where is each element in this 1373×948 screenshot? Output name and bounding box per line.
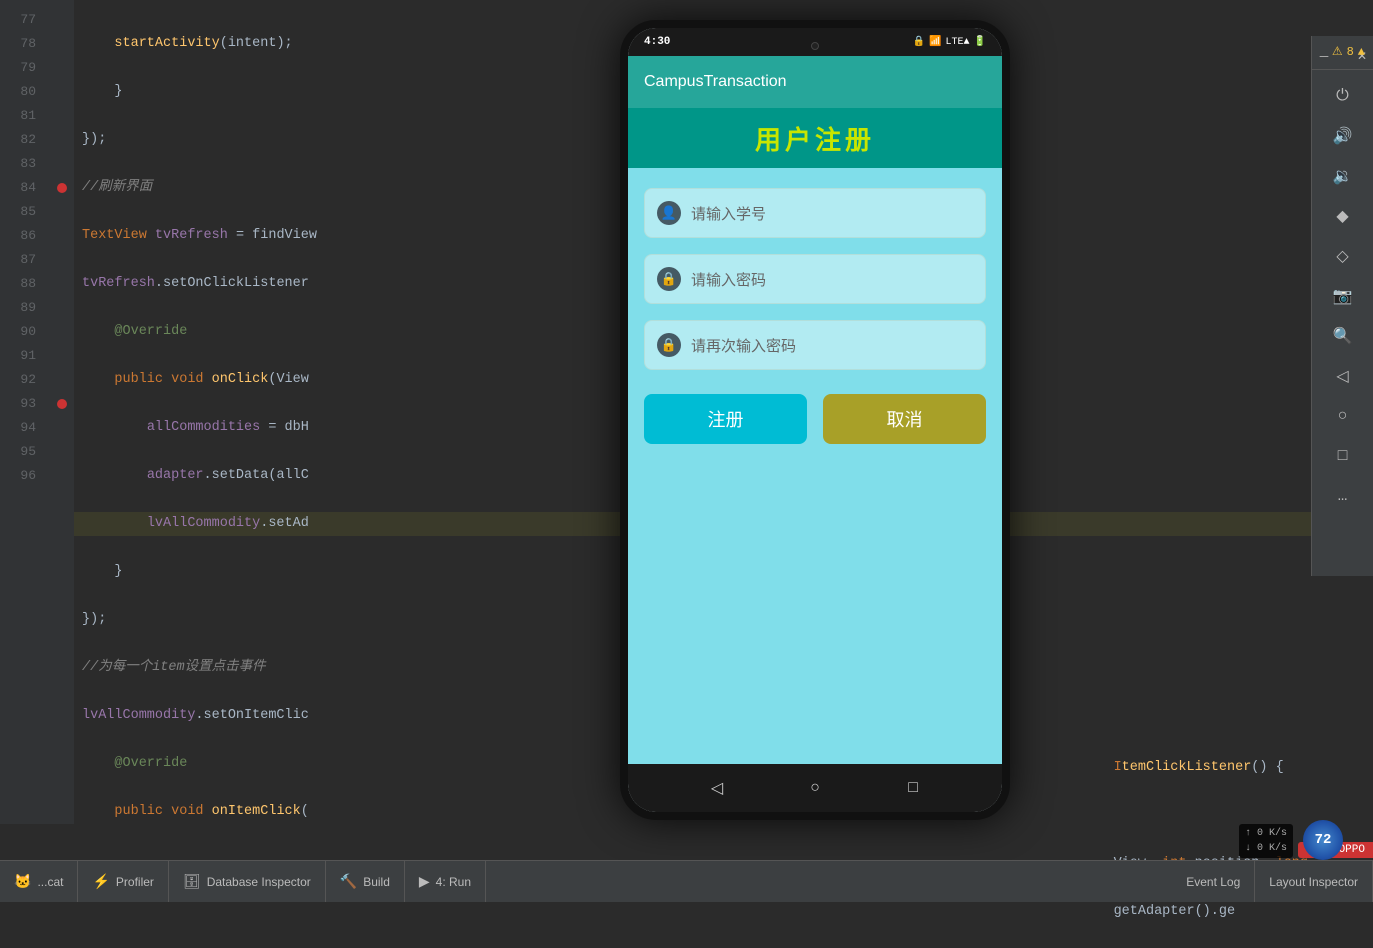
recents-nav-button[interactable]: □ xyxy=(901,776,925,800)
status-time: 4:30 xyxy=(644,36,670,48)
password-placeholder: 请输入密码 xyxy=(691,269,766,290)
circle-badge-number: 72 xyxy=(1303,820,1343,860)
volume-down-button[interactable]: 🔉 xyxy=(1325,158,1361,194)
status-icons: 🔒 📶 LTE▲ 🔋 xyxy=(913,36,986,48)
power-tool-button[interactable]: ⏻ xyxy=(1325,78,1361,114)
bottom-item-profiler[interactable]: ⚡ Profiler xyxy=(78,861,168,902)
password-icon: 🔒 xyxy=(657,267,681,291)
breakpoint-84[interactable] xyxy=(50,176,74,200)
home-tool-button[interactable]: ○ xyxy=(1325,398,1361,434)
bottom-cat-label: ...cat xyxy=(37,875,63,889)
line-numbers: 77 78 79 80 81 82 83 84 85 86 87 88 89 9… xyxy=(0,0,50,824)
bottom-profiler-label: Profiler xyxy=(116,875,154,889)
student-id-placeholder: 请输入学号 xyxy=(691,203,766,224)
shape-tool-button[interactable]: ◆ xyxy=(1325,198,1361,234)
more-tool-button[interactable]: … xyxy=(1325,478,1361,514)
gutter xyxy=(50,0,74,824)
square-tool-button[interactable]: □ xyxy=(1325,438,1361,474)
phone-nav-bar: ◁ ○ □ xyxy=(628,764,1002,812)
erase-tool-button[interactable]: ◇ xyxy=(1325,238,1361,274)
cat-icon: 🐱 xyxy=(14,873,31,890)
bottom-item-run[interactable]: ▶ 4: Run xyxy=(405,861,486,902)
confirm-password-icon: 🔒 xyxy=(657,333,681,357)
back-tool-button[interactable]: ◁ xyxy=(1325,358,1361,394)
registration-banner: 用户注册 xyxy=(628,108,1002,168)
phone-camera xyxy=(811,42,819,50)
profiler-icon: ⚡ xyxy=(92,873,109,890)
signal-icon: 📶 xyxy=(929,36,941,48)
network-up: ↑ 0 K/s xyxy=(1245,826,1287,841)
app-title: CampusTransaction xyxy=(644,73,787,91)
confirm-password-placeholder: 请再次输入密码 xyxy=(691,335,796,356)
zoom-tool-button[interactable]: 🔍 xyxy=(1325,318,1361,354)
warning-icon: ⚠ xyxy=(1332,44,1343,59)
bottom-item-build[interactable]: 🔨 Build xyxy=(326,861,405,902)
camera-tool-button[interactable]: 📷 xyxy=(1325,278,1361,314)
student-icon: 👤 xyxy=(657,201,681,225)
button-row: 注册 取消 xyxy=(644,394,986,444)
bottom-item-layout-inspector[interactable]: Layout Inspector xyxy=(1255,861,1373,902)
bottom-run-label: 4: Run xyxy=(436,875,471,889)
bottom-build-label: Build xyxy=(363,875,390,889)
lock-icon: 🔒 xyxy=(913,36,925,48)
circle-badge: 72 xyxy=(1303,820,1343,860)
student-id-field[interactable]: 👤 请输入学号 xyxy=(644,188,986,238)
bottom-item-cat[interactable]: 🐱 ...cat xyxy=(0,861,78,902)
register-button[interactable]: 注册 xyxy=(644,394,807,444)
password-field[interactable]: 🔒 请输入密码 xyxy=(644,254,986,304)
confirm-password-field[interactable]: 🔒 请再次输入密码 xyxy=(644,320,986,370)
minimize-button[interactable]: － xyxy=(1318,48,1330,65)
run-icon: ▶ xyxy=(419,873,430,890)
phone-body: 4:30 🔒 📶 LTE▲ 🔋 CampusTransaction 用户注册 👤 xyxy=(620,20,1010,820)
build-icon: 🔨 xyxy=(340,873,357,890)
app-bar: CampusTransaction xyxy=(628,56,1002,108)
event-log-label: Event Log xyxy=(1186,875,1240,889)
bottom-item-database[interactable]: 🗄 Database Inspector xyxy=(169,861,326,902)
right-panel: － ✕ ⚠ 8 ▲ ⏻ 🔊 🔉 ◆ ◇ 📷 🔍 ◁ ○ □ … xyxy=(1311,36,1373,576)
database-icon: 🗄 xyxy=(183,873,201,890)
layout-inspector-label: Layout Inspector xyxy=(1269,875,1358,889)
bottom-item-event-log[interactable]: Event Log xyxy=(1172,861,1255,902)
lte-label: LTE▲ xyxy=(946,37,970,48)
warning-count: 8 xyxy=(1347,45,1354,59)
back-nav-button[interactable]: ◁ xyxy=(705,776,729,800)
bottom-bar: 🐱 ...cat ⚡ Profiler 🗄 Database Inspector… xyxy=(0,860,1373,902)
banner-text: 用户注册 xyxy=(755,120,875,157)
bottom-database-label: Database Inspector xyxy=(207,875,311,889)
network-overlay: ↑ 0 K/s ↓ 0 K/s xyxy=(1239,824,1293,858)
form-area: 👤 请输入学号 🔒 请输入密码 🔒 请再次输入密码 注册 取消 xyxy=(628,168,1002,764)
volume-up-button[interactable]: 🔊 xyxy=(1325,118,1361,154)
phone-screen: 4:30 🔒 📶 LTE▲ 🔋 CampusTransaction 用户注册 👤 xyxy=(628,28,1002,812)
network-down: ↓ 0 K/s xyxy=(1245,841,1287,856)
line-94-suffix: getAdapter().ge xyxy=(1114,900,1308,924)
home-nav-button[interactable]: ○ xyxy=(803,776,827,800)
breakpoint-93[interactable] xyxy=(50,392,74,416)
phone-container: 4:30 🔒 📶 LTE▲ 🔋 CampusTransaction 用户注册 👤 xyxy=(620,20,1020,840)
battery-icon: 🔋 xyxy=(974,36,986,48)
cancel-button[interactable]: 取消 xyxy=(823,394,986,444)
warning-badge: ⚠ 8 ▲ xyxy=(1332,44,1365,59)
expand-icon[interactable]: ▲ xyxy=(1358,45,1365,59)
